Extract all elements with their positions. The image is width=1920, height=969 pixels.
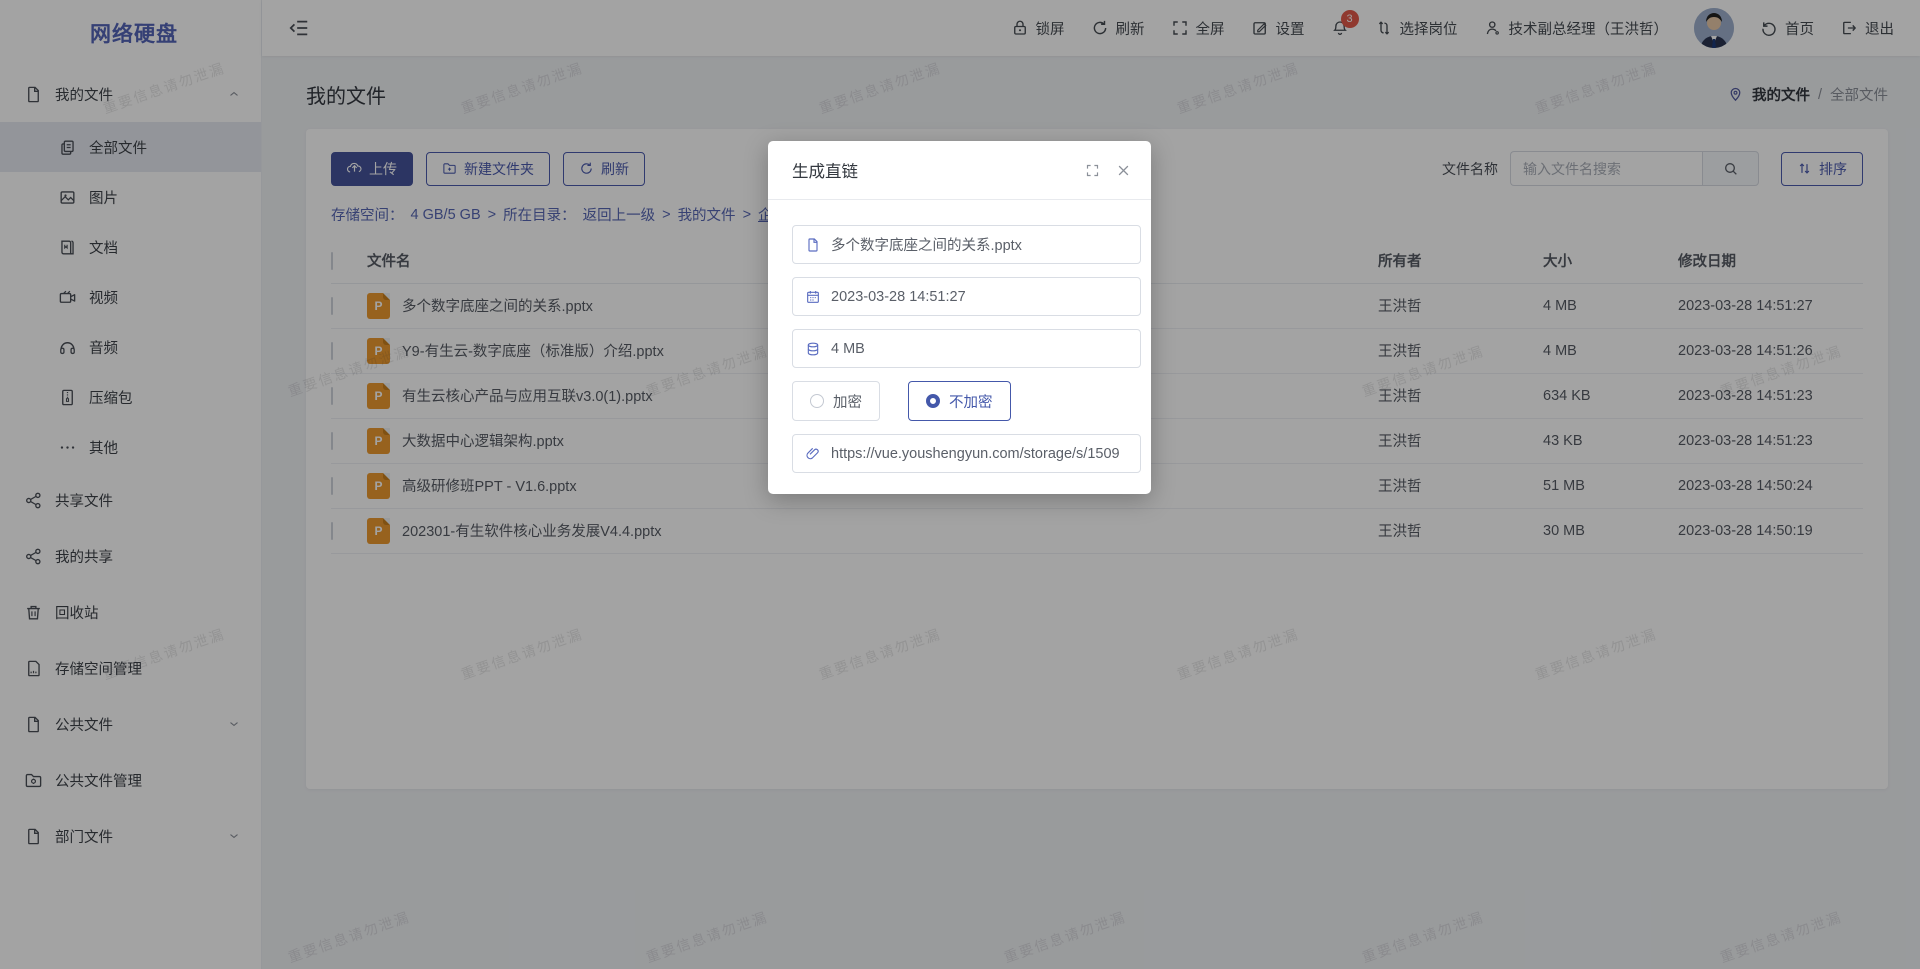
file-name-value: 多个数字底座之间的关系.pptx [831, 234, 1022, 255]
file-name-field: 多个数字底座之间的关系.pptx [792, 225, 1141, 264]
file-icon [805, 237, 821, 253]
encrypt-radio[interactable]: 加密 [792, 381, 880, 421]
generate-direct-link-modal: 生成直链 多个数字底座之间的关系.pptx 2023-03-28 14:51:2… [768, 141, 1151, 494]
modal-header: 生成直链 [768, 141, 1151, 200]
radio-unchecked-icon [810, 394, 824, 408]
modal-title: 生成直链 [792, 158, 858, 182]
radio-checked-icon [926, 394, 940, 408]
file-size-field: 4 MB [792, 329, 1141, 368]
modified-date-value: 2023-03-28 14:51:27 [831, 289, 966, 305]
paperclip-icon [805, 446, 821, 462]
modified-date-field: 2023-03-28 14:51:27 [792, 277, 1141, 316]
modal-body: 多个数字底座之间的关系.pptx 2023-03-28 14:51:27 4 M… [768, 200, 1151, 473]
close-icon[interactable] [1116, 163, 1131, 178]
encrypt-label: 加密 [833, 391, 862, 412]
no-encrypt-radio[interactable]: 不加密 [908, 381, 1011, 421]
modal-fullscreen-icon[interactable] [1085, 163, 1100, 178]
file-size-value: 4 MB [831, 341, 865, 357]
app-root: 网络硬盘 我的文件 全部文件 图片 文档 视频 音频 压缩包 [0, 0, 1920, 969]
direct-link-value: https://vue.youshengyun.com/storage/s/15… [831, 446, 1120, 462]
calendar-icon [805, 289, 821, 305]
no-encrypt-label: 不加密 [949, 391, 993, 412]
direct-link-field[interactable]: https://vue.youshengyun.com/storage/s/15… [792, 434, 1141, 473]
encryption-radio-group: 加密 不加密 [792, 381, 1134, 421]
database-icon [805, 341, 821, 357]
